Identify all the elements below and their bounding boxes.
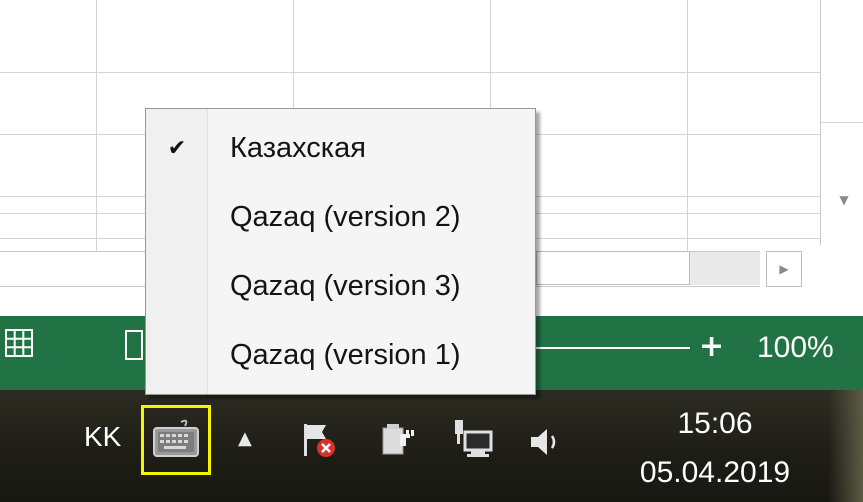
- scroll-right-arrow-icon[interactable]: ▶: [766, 251, 802, 287]
- menu-item-label: Казахская: [230, 131, 366, 164]
- input-language-menu: ✔ Казахская Qazaq (version 2) Qazaq (ver…: [145, 108, 536, 395]
- menu-item-label: Qazaq (version 1): [230, 338, 461, 371]
- language-option-qazaq-v2[interactable]: Qazaq (version 2): [146, 183, 535, 251]
- zoom-level[interactable]: 100%: [757, 330, 834, 366]
- input-language-indicator[interactable]: KK: [84, 417, 121, 457]
- horizontal-scrollbar-track-gray: [690, 252, 760, 285]
- power-plug-icon[interactable]: [380, 420, 420, 464]
- language-option-kazakh[interactable]: ✔ Казахская: [146, 114, 535, 182]
- zoom-slider[interactable]: [520, 347, 690, 349]
- checkmark-icon: ✔: [167, 135, 187, 161]
- scroll-down-arrow-icon[interactable]: ▼: [829, 186, 859, 214]
- keyboard-layout-button[interactable]: [141, 405, 211, 475]
- clock-date[interactable]: 05.04.2019: [625, 454, 805, 492]
- zoom-in-button[interactable]: +: [699, 330, 724, 364]
- show-desktop-area[interactable]: [828, 390, 863, 502]
- network-icon[interactable]: [453, 418, 497, 466]
- keyboard-icon: [151, 416, 201, 464]
- horizontal-scrollbar-thumb[interactable]: [536, 251, 690, 285]
- show-hidden-icons-arrow-icon[interactable]: ▲: [238, 428, 252, 449]
- grid-line: [0, 72, 820, 73]
- language-option-qazaq-v1[interactable]: Qazaq (version 1): [146, 321, 535, 389]
- menu-item-label: Qazaq (version 2): [230, 200, 461, 233]
- menu-item-label: Qazaq (version 3): [230, 269, 461, 302]
- page-layout-view-icon[interactable]: [125, 330, 143, 360]
- language-option-qazaq-v3[interactable]: Qazaq (version 3): [146, 252, 535, 320]
- volume-icon[interactable]: [527, 424, 567, 464]
- scrollbar-divider: [821, 122, 863, 123]
- normal-view-grid-icon[interactable]: [4, 328, 36, 360]
- action-center-flag-icon[interactable]: [300, 420, 340, 464]
- clock-time[interactable]: 15:06: [660, 404, 770, 444]
